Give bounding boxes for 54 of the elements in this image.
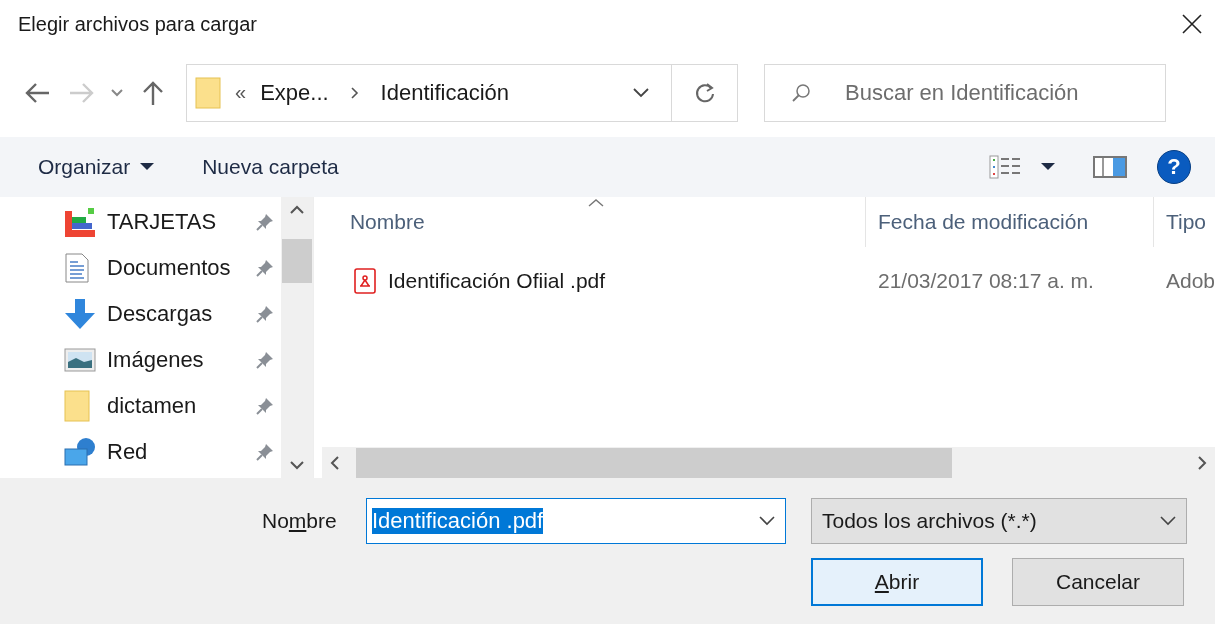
file-row[interactable]: Identificación Ofiial .pdf 21/03/2017 08:17 a. m. Adob: [321, 247, 1215, 315]
pane-icon: [1093, 155, 1127, 179]
up-arrow-icon: [142, 79, 164, 106]
sidebar-item[interactable]: Descargas: [0, 291, 281, 337]
window-title: Elegir archivos para cargar: [18, 12, 257, 36]
sidebar-item[interactable]: Documentos: [0, 245, 281, 291]
chevron-down-icon: [633, 87, 649, 98]
open-button[interactable]: Abrir: [811, 558, 983, 606]
file-name: Identificación Ofiial .pdf: [387, 269, 606, 293]
column-header[interactable]: Fecha de modificación: [865, 197, 1154, 247]
column-header[interactable]: Nombre: [321, 197, 866, 247]
address-bar[interactable]: « Expe... Identificación: [186, 63, 738, 122]
left-arrow-icon: [25, 81, 51, 104]
column-header[interactable]: Tipo: [1153, 197, 1215, 247]
vertical-scrollbar[interactable]: [280, 197, 313, 478]
help-button[interactable]: ?: [1157, 150, 1191, 184]
file-name-label: Nombre: [262, 509, 338, 533]
search-icon: [790, 81, 812, 104]
colorful-blocks-icon: [64, 207, 96, 237]
scrollbar-thumb[interactable]: [281, 239, 312, 283]
scrollbar-thumb[interactable]: [355, 447, 952, 478]
scroll-up-icon: [289, 205, 304, 215]
scroll-left-icon: [329, 455, 340, 470]
scroll-down-icon: [289, 460, 304, 470]
refresh-icon: [693, 81, 716, 104]
breadcrumb[interactable]: Identificación: [380, 79, 510, 106]
sidebar-item[interactable]: Red: [0, 429, 281, 475]
pdf-file-icon: [353, 268, 376, 294]
folder-icon: [64, 390, 90, 422]
document-icon: [64, 253, 90, 283]
horizontal-scrollbar[interactable]: [321, 447, 1215, 478]
image-icon: [64, 348, 96, 372]
caret-icon: [140, 163, 155, 171]
search-field[interactable]: Buscar en Identificación: [764, 63, 1166, 122]
sidebar-item[interactable]: dictamen: [0, 383, 281, 429]
chevron-icon: [350, 86, 359, 99]
table-cell-text: 21/03/2017 08:17 a. m.: [876, 269, 1095, 293]
folder-icon: [195, 76, 221, 109]
sidebar-item[interactable]: TARJETAS: [0, 199, 281, 245]
network-globe-icon: [64, 437, 98, 467]
file-type-dropdown[interactable]: Todos los archivos (*.*): [811, 498, 1187, 544]
organize-button[interactable]: Organizar: [24, 149, 169, 185]
new-folder-button[interactable]: Nueva carpeta: [188, 149, 353, 185]
cancel-button[interactable]: Cancelar: [1012, 558, 1184, 606]
file-name-field[interactable]: Identificación .pdf: [366, 498, 786, 544]
scroll-right-icon: [1197, 455, 1207, 470]
close-icon: [1181, 13, 1203, 35]
overflow-chevron[interactable]: «: [235, 81, 247, 104]
breadcrumb[interactable]: Expe...: [260, 79, 329, 106]
right-arrow-icon: [68, 81, 94, 104]
download-arrow-icon: [64, 298, 96, 330]
table-cell-text: Adob: [1164, 269, 1215, 293]
sidebar-item[interactable]: Imágenes: [0, 337, 281, 383]
chevron-down-icon: [111, 88, 123, 97]
